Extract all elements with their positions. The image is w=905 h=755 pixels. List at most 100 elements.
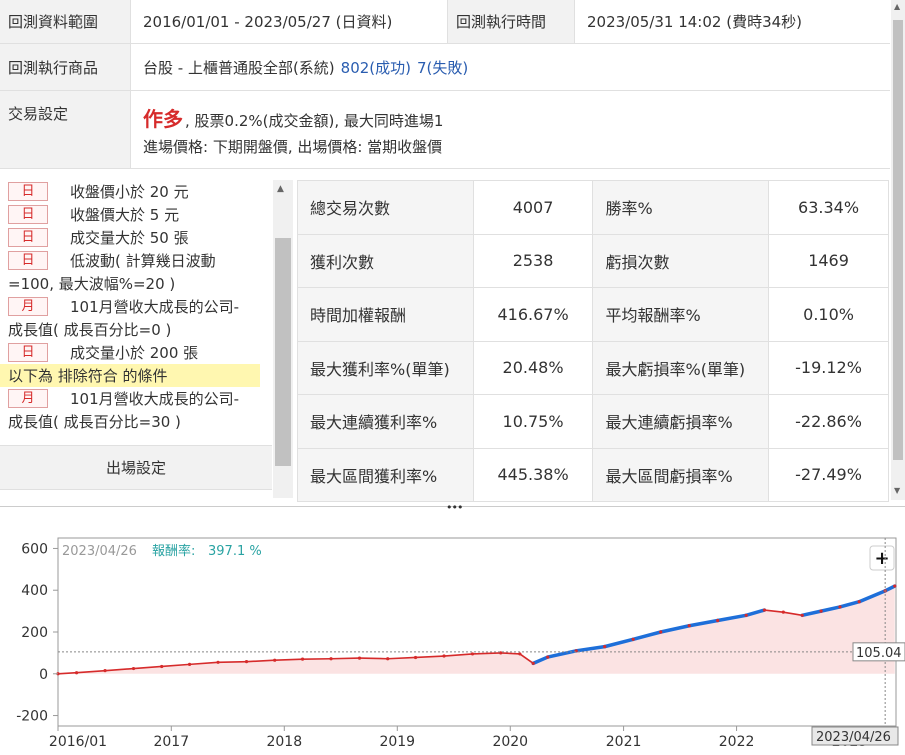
zoom-plus-button[interactable]: + bbox=[869, 545, 895, 571]
data-point bbox=[857, 600, 861, 604]
y-tick-label: 600 bbox=[21, 541, 48, 557]
chart-header-value: 397.1 % bbox=[208, 544, 262, 559]
data-point bbox=[216, 660, 220, 664]
fail-count-link[interactable]: 7(失敗) bbox=[417, 57, 468, 78]
y-tick-label: 200 bbox=[21, 625, 48, 641]
x-tick-label: 2020 bbox=[492, 734, 528, 750]
condition-text-continued: 成長值( 成長百分比=0 ) bbox=[8, 321, 172, 339]
backtest-info-table: 回測資料範圍 2016/01/01 - 2023/05/27 (日資料) 回測執… bbox=[0, 0, 890, 169]
y-tick-label: 0 bbox=[39, 667, 48, 683]
products-label: 回測執行商品 bbox=[0, 44, 131, 90]
condition-text: 低波動( 計算幾日波動 bbox=[70, 252, 216, 270]
stat-value: 1469 bbox=[768, 233, 889, 288]
crosshair-value-marker: 105.04 bbox=[852, 642, 905, 662]
drag-handle-icon[interactable]: ••• bbox=[446, 501, 463, 514]
chart-header-date: 2023/04/26 bbox=[62, 544, 137, 559]
stat-value: -19.12% bbox=[768, 340, 889, 395]
stat-value: 0.10% bbox=[768, 287, 889, 342]
data-point bbox=[103, 669, 107, 673]
stat-label: 虧損次數 bbox=[592, 233, 770, 288]
return-line-segment bbox=[499, 652, 521, 655]
crosshair-value: 105.04 bbox=[856, 646, 902, 661]
stats-table: 總交易次數 4007 勝率% 63.34% 獲利次數 2538 虧損次數 146… bbox=[297, 180, 889, 502]
panel-splitter[interactable]: ••• bbox=[0, 501, 905, 516]
data-point bbox=[329, 657, 333, 661]
x-tick-label: 2021 bbox=[606, 734, 642, 750]
condition-item: 月 101月營收大成長的公司- bbox=[0, 295, 272, 318]
stat-value: 20.48% bbox=[472, 340, 594, 395]
timeframe-badge: 日 bbox=[8, 228, 48, 247]
stats-row: 最大區間獲利率% 445.38% 最大區間虧損率% -27.49% bbox=[297, 447, 889, 502]
info-row-trade: 交易設定 作多 , 股票0.2%(成交金額), 最大同時進場1 進場價格: 下期… bbox=[0, 91, 890, 169]
condition-text: 收盤價小於 20 元 bbox=[70, 183, 189, 201]
stats-row: 總交易次數 4007 勝率% 63.34% bbox=[297, 180, 889, 235]
stats-row: 獲利次數 2538 虧損次數 1469 bbox=[297, 233, 889, 288]
return-chart[interactable]: 600 400 200 0 -200 2016/01 2017 2018 2019 2020 20… bbox=[0, 530, 905, 755]
stat-label: 勝率% bbox=[592, 180, 770, 235]
data-point bbox=[781, 610, 785, 614]
condition-text: 101月營收大成長的公司- bbox=[70, 390, 240, 408]
stat-label: 最大虧損率%(單筆) bbox=[592, 340, 770, 395]
y-tick-label: 400 bbox=[21, 583, 48, 599]
data-point bbox=[160, 664, 164, 669]
data-point bbox=[716, 618, 720, 623]
stat-label: 平均報酬率% bbox=[592, 287, 770, 342]
data-point bbox=[819, 609, 823, 613]
plus-icon[interactable]: + bbox=[874, 548, 889, 569]
products-value: 台股 - 上櫃普通股全部(系統) 802(成功) 7(失敗) bbox=[131, 44, 480, 90]
condition-item: 月 101月營收大成長的公司- bbox=[0, 387, 272, 410]
stat-value: 10.75% bbox=[472, 394, 594, 449]
stat-label: 時間加權報酬 bbox=[297, 287, 474, 342]
data-point bbox=[442, 654, 446, 658]
data-point bbox=[744, 613, 748, 617]
condition-item: 日 成交量大於 50 張 bbox=[0, 226, 272, 249]
timeframe-badge: 月 bbox=[8, 389, 48, 408]
conditions-scrollbar[interactable]: ▲ bbox=[273, 180, 293, 498]
data-point bbox=[518, 652, 522, 656]
stat-label: 最大連續獲利率% bbox=[297, 394, 474, 449]
crosshair-date-marker: 2023/04/26 bbox=[811, 726, 899, 746]
scroll-up-arrow-icon[interactable]: ▲ bbox=[277, 184, 284, 194]
data-point bbox=[631, 637, 635, 641]
condition-item: 日 成交量小於 200 張 bbox=[0, 341, 272, 364]
return-line-segment bbox=[358, 657, 389, 660]
period-label: 回測資料範圍 bbox=[0, 0, 131, 43]
data-point bbox=[762, 608, 767, 612]
condition-text: 成交量小於 200 張 bbox=[70, 344, 199, 362]
data-point bbox=[74, 671, 79, 675]
stat-value: 445.38% bbox=[472, 447, 594, 502]
timeframe-badge: 日 bbox=[8, 205, 48, 224]
exclude-conditions-header: 以下為 排除符合 的條件 bbox=[0, 364, 260, 387]
trade-value: 作多 , 股票0.2%(成交金額), 最大同時進場1 進場價格: 下期開盤價, … bbox=[131, 91, 455, 168]
return-line-segment bbox=[217, 660, 248, 664]
condition-item: 日 收盤價大於 5 元 bbox=[0, 203, 272, 226]
stats-row: 最大連續獲利率% 10.75% 最大連續虧損率% -22.86% bbox=[297, 394, 889, 449]
data-point bbox=[131, 666, 136, 671]
success-count-link[interactable]: 802(成功) bbox=[341, 57, 411, 78]
data-point bbox=[273, 658, 277, 662]
stat-value: 2538 bbox=[472, 233, 594, 288]
scrollbar-thumb[interactable] bbox=[893, 20, 903, 460]
info-row-period: 回測資料範圍 2016/01/01 - 2023/05/27 (日資料) 回測執… bbox=[0, 0, 890, 44]
condition-text: 成交量大於 50 張 bbox=[70, 229, 189, 247]
data-point bbox=[687, 624, 691, 628]
return-line-segment bbox=[471, 652, 502, 655]
timeframe-badge: 日 bbox=[8, 182, 48, 201]
timeframe-badge: 月 bbox=[8, 297, 48, 316]
data-point bbox=[187, 662, 192, 666]
data-point bbox=[244, 660, 249, 664]
scrollbar-thumb[interactable] bbox=[275, 238, 291, 466]
exec-time-label: 回測執行時間 bbox=[447, 0, 575, 43]
page-scrollbar[interactable]: ▲ ▼ bbox=[891, 0, 905, 500]
scroll-up-arrow-icon[interactable]: ▲ bbox=[894, 2, 900, 11]
data-point bbox=[386, 657, 390, 661]
trade-label: 交易設定 bbox=[0, 91, 131, 168]
scroll-down-arrow-icon[interactable]: ▼ bbox=[894, 486, 900, 495]
x-tick-label: 2016/01 bbox=[49, 734, 107, 750]
trade-detail: , 股票0.2%(成交金額), 最大同時進場1 bbox=[185, 111, 444, 130]
data-point bbox=[800, 613, 804, 617]
x-tick-label: 2019 bbox=[379, 734, 415, 750]
data-point bbox=[893, 584, 897, 588]
exit-settings-button[interactable]: 出場設定 bbox=[0, 445, 272, 490]
condition-text: 收盤價大於 5 元 bbox=[70, 206, 180, 224]
